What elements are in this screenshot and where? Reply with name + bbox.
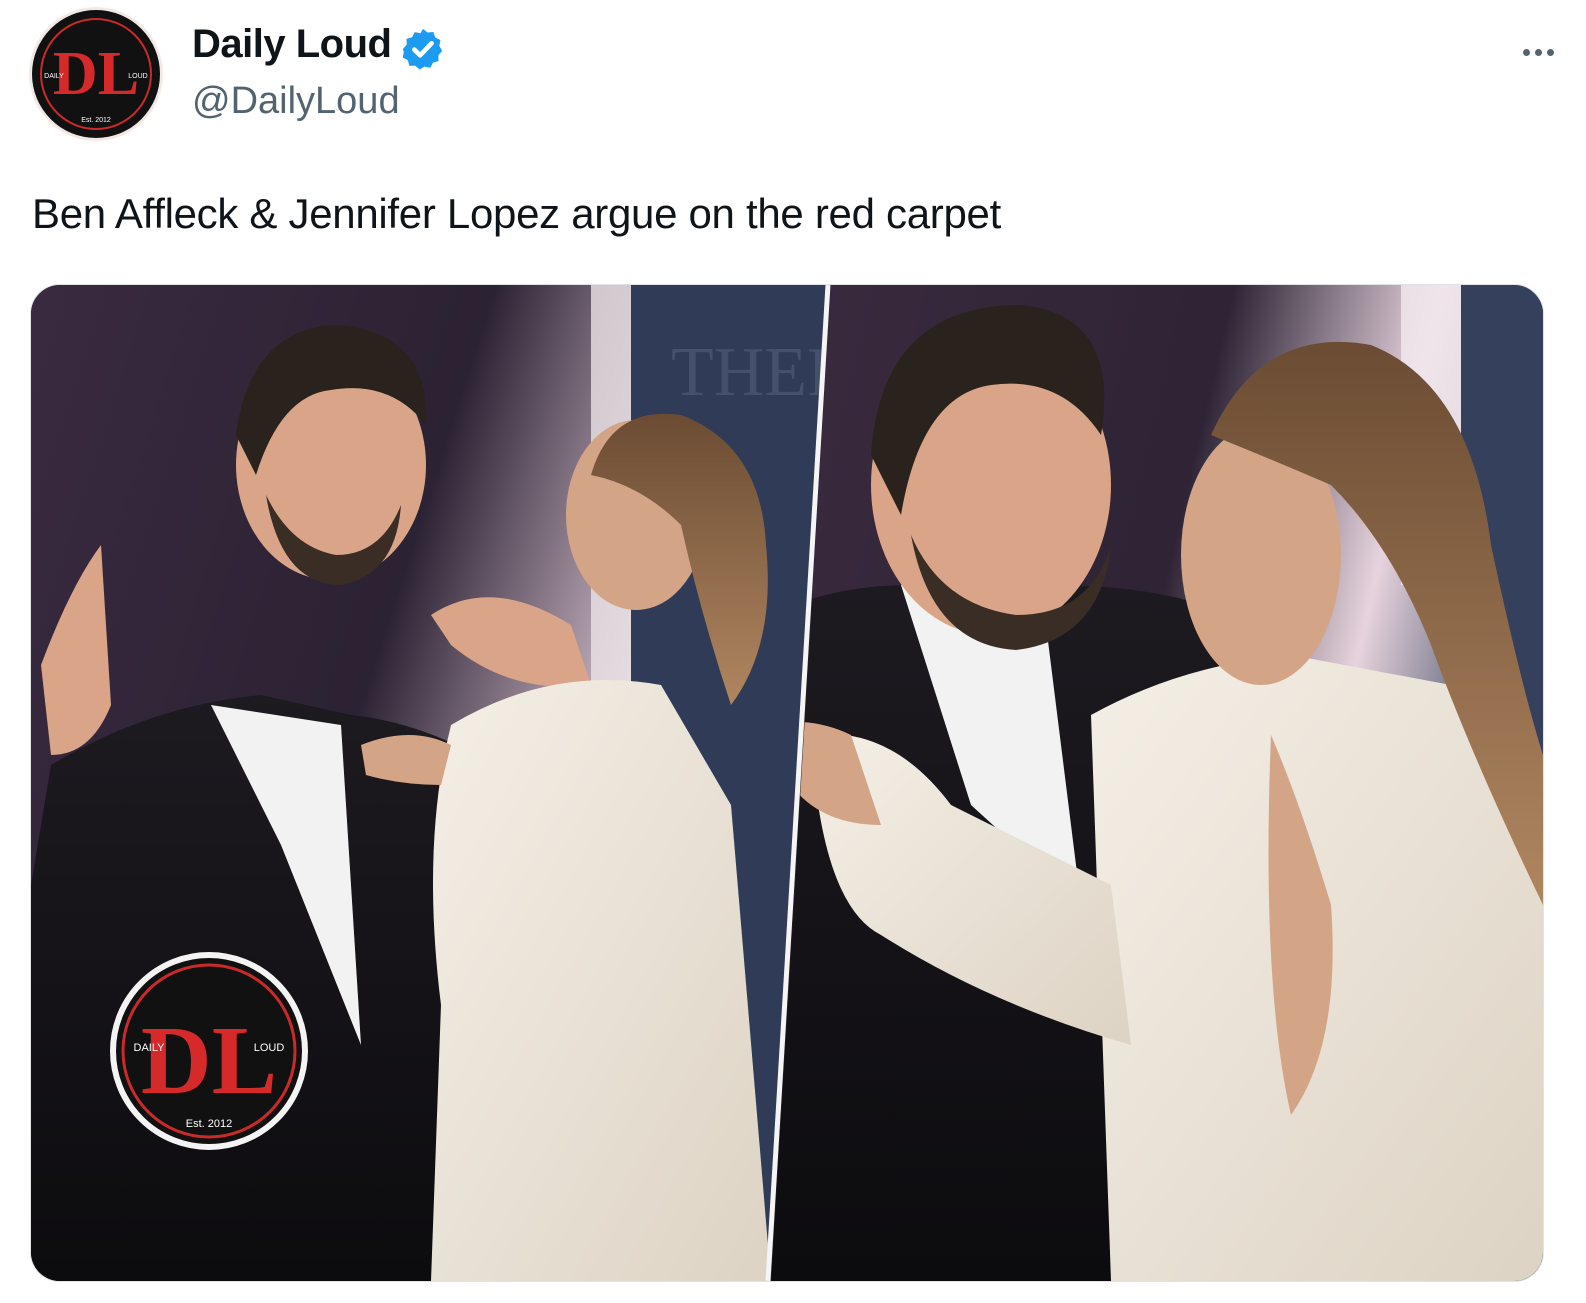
dot (1534, 48, 1542, 56)
svg-text:DAILY: DAILY (44, 73, 64, 80)
avatar[interactable]: DL DAILY LOUD Est. 2012 (32, 10, 160, 138)
tweet-card: DL DAILY LOUD Est. 2012 Daily Loud @Dail… (0, 0, 1586, 1303)
dot (1546, 48, 1554, 56)
verified-badge-icon (402, 28, 443, 70)
daily-loud-logo-icon: DL DAILY LOUD Est. 2012 (34, 12, 158, 136)
tweet-text: Ben Affleck & Jennifer Lopez argue on th… (32, 190, 1001, 237)
daily-loud-watermark: DL DAILY LOUD Est. 2012 (110, 952, 308, 1150)
more-options-icon[interactable] (1508, 32, 1568, 72)
tweet-media-photo[interactable]: THER DL DAILY LOUD Est. 2012 (30, 284, 1544, 1282)
dot (1522, 48, 1530, 56)
svg-text:DAILY: DAILY (134, 1042, 166, 1054)
svg-text:LOUD: LOUD (254, 1042, 285, 1054)
right-photo-panel (771, 285, 1543, 1281)
svg-text:Est. 2012: Est. 2012 (186, 1118, 232, 1130)
svg-text:LOUD: LOUD (128, 73, 147, 80)
svg-text:Est. 2012: Est. 2012 (81, 117, 111, 124)
display-name[interactable]: Daily Loud (192, 22, 392, 67)
left-photo-panel: THER DL DAILY LOUD Est. 2012 (31, 285, 826, 1281)
account-handle[interactable]: @DailyLoud (192, 80, 400, 123)
svg-text:DL: DL (141, 1007, 277, 1115)
svg-text:DL: DL (53, 40, 139, 108)
photo-collage: THER DL DAILY LOUD Est. 2012 (31, 285, 1543, 1281)
